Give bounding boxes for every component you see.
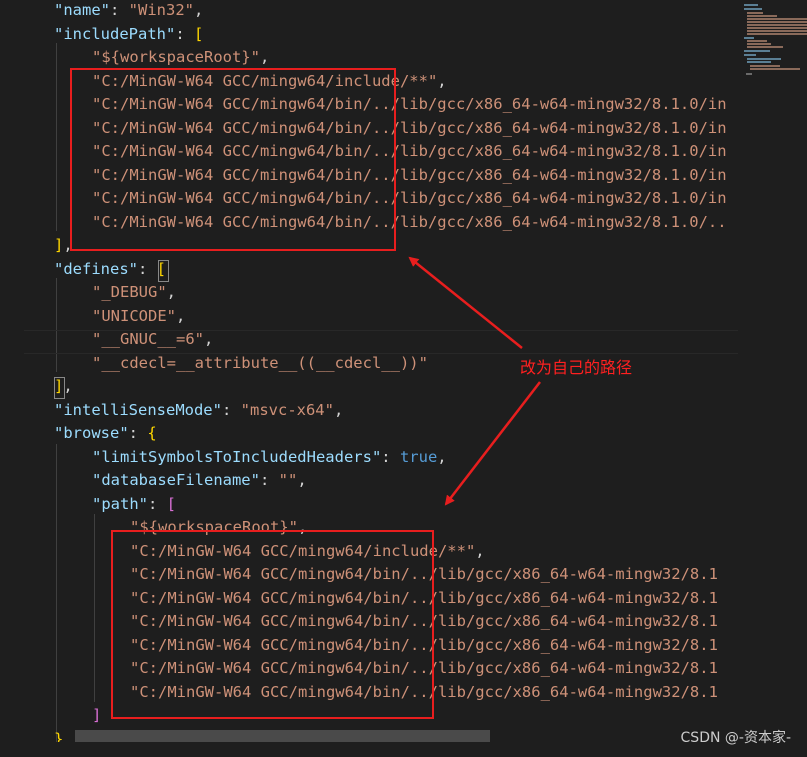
watermark: CSDN @-资本家- <box>680 730 791 746</box>
minimap-preview <box>744 4 807 75</box>
annotation-arrows <box>408 256 541 506</box>
horizontal-scrollbar-thumb[interactable] <box>75 730 490 742</box>
minimap[interactable] <box>738 0 807 742</box>
arrow-to-include-paths <box>408 256 523 349</box>
annotation-label: 改为自己的路径 <box>520 358 633 377</box>
code-editor[interactable]: "name": "Win32", "includePath": ["${works… <box>0 0 807 757</box>
arrow-to-browse-paths <box>444 381 541 506</box>
